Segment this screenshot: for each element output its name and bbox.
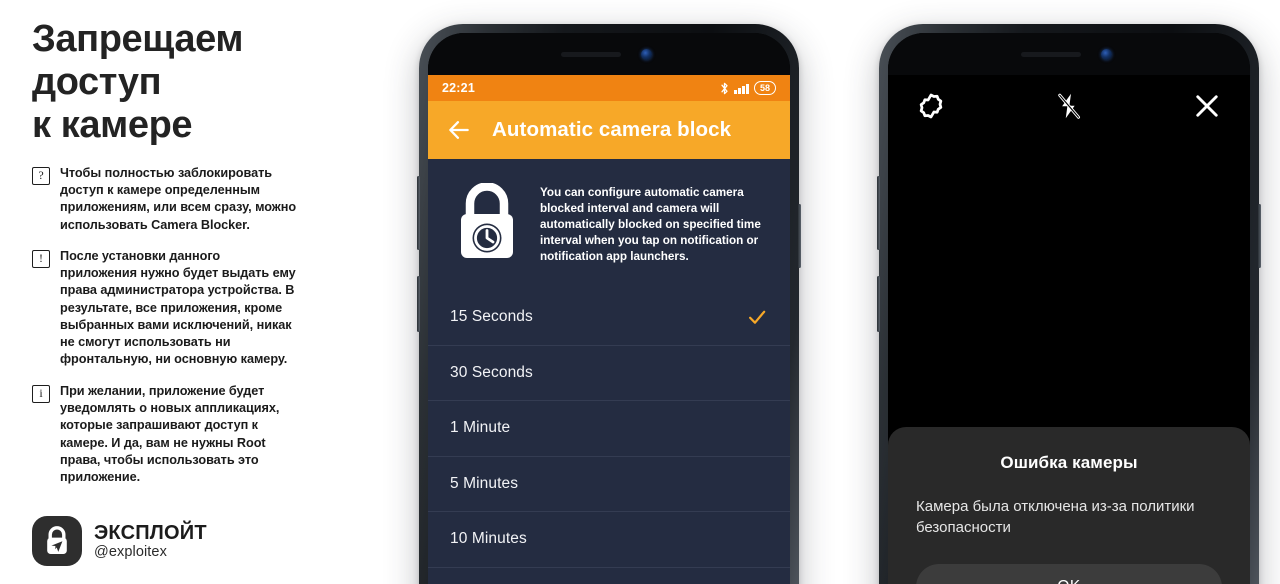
bullet-text: Чтобы полностью заблокировать доступ к к… [60,165,297,232]
phone-top-bezel [428,33,790,75]
status-bar: 22:21 58 [428,75,790,101]
front-camera-icon [1101,48,1112,60]
interval-option-label: 30 Seconds [450,363,533,381]
interval-option-row[interactable]: 10 Minutes [428,511,790,567]
brand-handle: @exploitex [94,544,167,561]
bullet-item-info: i При желании, приложение будет уведомля… [32,383,300,487]
interval-option-label: 15 Seconds [450,307,533,325]
error-dialog-title: Ошибка камеры [1000,453,1138,472]
interval-option-label: 10 Minutes [450,530,527,548]
earpiece-speaker-icon [1021,51,1081,57]
checkmark-icon [749,310,766,324]
interval-option-row[interactable]: 15 Seconds [428,289,790,345]
phone-volume-button[interactable] [877,176,880,250]
camera-blocker-app: 22:21 58 Automatic camera block You can … [428,75,790,584]
earpiece-speaker-icon [561,51,621,57]
status-time: 22:21 [442,81,475,95]
interval-option-row[interactable]: 15 Minutes [428,566,790,584]
lock-clock-icon [461,183,513,258]
signal-bars-icon [734,83,749,94]
phone-screen: 22:21 58 Automatic camera block You can … [428,33,790,584]
camera-settings-gear-icon[interactable] [916,91,946,121]
padlock-telegram-logo-icon [32,516,82,566]
phone-mockup-camera: Ошибка камеры Камера была отключена из-з… [877,24,1261,584]
bluetooth-icon [721,82,729,94]
bullet-item-warning: ! После установки данного приложения нуж… [32,248,300,369]
flash-off-icon[interactable] [1054,91,1084,121]
bullet-text: После установки данного приложения нужно… [60,248,296,367]
camera-app: Ошибка камеры Камера была отключена из-з… [888,75,1250,584]
camera-toolbar [888,75,1250,137]
camera-viewfinder [888,137,1250,427]
interval-option-list: 15 Seconds 30 Seconds 1 Minute 5 Minutes 10 … [428,289,790,584]
promo-graphic: Запрещаем доступ к камере ? Чтобы полнос… [0,0,1280,584]
battery-icon: 58 [753,81,776,95]
app-bar-title: Automatic camera block [492,118,732,141]
page-title: Запрещаем доступ к камере [32,18,244,146]
left-text-panel: Запрещаем доступ к камере ? Чтобы полнос… [32,18,300,584]
battery-level: 58 [759,83,770,93]
interval-option-row[interactable]: 30 Seconds [428,344,790,401]
phone-volume-button[interactable] [417,176,420,250]
phone-bixby-button[interactable] [417,276,420,332]
interval-option-label: 1 Minute [450,419,511,437]
interval-option-label: 5 Minutes [450,474,519,492]
brand-logo: ЭКСПЛОЙТ @exploitex [32,516,207,566]
camera-error-dialog: Ошибка камеры Камера была отключена из-з… [888,427,1250,584]
phone-mockup-app: 22:21 58 Automatic camera block You can … [417,24,801,584]
error-dialog-message: Камера была отключена из-за политики без… [916,498,1195,536]
bullet-item-question: ? Чтобы полностью заблокировать доступ к… [32,165,300,234]
app-bar: Automatic camera block [428,101,790,159]
brand-title: ЭКСПЛОЙТ [94,521,207,544]
exclamation-mark-icon: ! [32,249,50,268]
phone-bixby-button[interactable] [877,276,880,332]
phone-top-bezel [888,33,1250,75]
ok-button[interactable]: OK [916,564,1222,584]
interval-option-row[interactable]: 1 Minute [428,400,790,456]
info-banner: You can configure automatic camera block… [428,159,790,289]
bullet-text: При желании, приложение будет уведомлять… [60,383,280,485]
status-indicators: 58 [720,81,776,95]
info-banner-text: You can configure automatic camera block… [540,186,761,264]
interval-option-row[interactable]: 5 Minutes [428,455,790,512]
info-icon: i [32,384,50,403]
phone-power-button[interactable] [798,204,801,268]
phone-power-button[interactable] [1258,204,1261,268]
back-arrow-icon[interactable] [446,117,472,143]
brand-names: ЭКСПЛОЙТ @exploitex [94,522,207,561]
phone-screen: Ошибка камеры Камера была отключена из-з… [888,33,1250,584]
close-x-icon[interactable] [1192,91,1222,121]
question-mark-icon: ? [32,166,50,185]
front-camera-icon [641,48,652,60]
